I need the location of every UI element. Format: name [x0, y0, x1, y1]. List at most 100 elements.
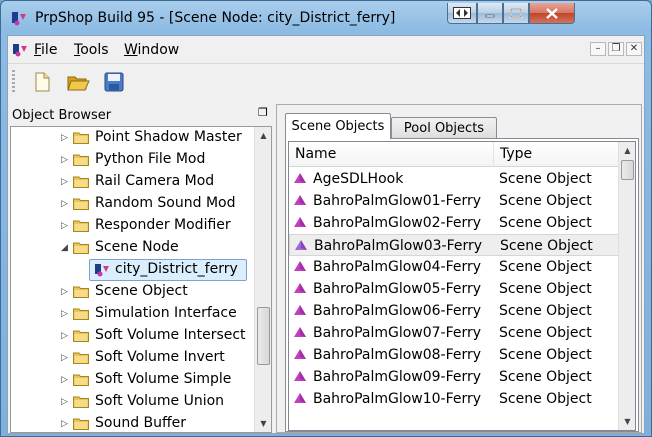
tree-item[interactable]: ▷ Python File Mod — [11, 149, 255, 171]
scene-object-icon — [294, 305, 306, 315]
scroll-down-icon[interactable]: ▼ — [255, 415, 271, 432]
maximize-button[interactable] — [503, 3, 529, 24]
tree-item[interactable]: ▷ Responder Modifier — [11, 215, 255, 237]
list-cell-name: BahroPalmGlow07-Ferry — [313, 325, 482, 341]
mdi-restore-button[interactable]: ❐ — [608, 42, 624, 56]
list-row[interactable]: AgeSDLHook Scene Object — [289, 168, 619, 190]
toolbar-grip[interactable] — [12, 70, 15, 94]
scene-object-icon — [294, 195, 306, 205]
tree-item[interactable]: ▷ Rail Camera Mod — [11, 171, 255, 193]
list-cell-type: Scene Object — [500, 238, 593, 254]
close-icon — [546, 7, 558, 19]
tree-item-label: Sound Buffer — [95, 415, 187, 431]
list-row[interactable]: BahroPalmGlow09-Ferry Scene Object — [289, 366, 619, 388]
menu-tools[interactable]: Tools — [74, 42, 109, 58]
list-cell-type: Scene Object — [499, 281, 592, 297]
tree-item[interactable]: ▷ Sound Buffer — [11, 413, 255, 432]
list-row[interactable]: BahroPalmGlow06-Ferry Scene Object — [289, 300, 619, 322]
menu-file[interactable]: File — [34, 42, 57, 58]
tree-item[interactable]: ▷ Soft Volume Intersect — [11, 325, 255, 347]
panel-float-icon[interactable]: ❐ — [258, 107, 268, 118]
list-row[interactable]: BahroPalmGlow08-Ferry Scene Object — [289, 344, 619, 366]
list-header: Name Type — [289, 142, 619, 167]
expand-arrow-icon[interactable]: ▷ — [61, 331, 71, 341]
expand-arrow-icon[interactable]: ▷ — [61, 221, 71, 231]
mdi-minimize-button[interactable]: – — [590, 42, 606, 56]
expand-arrow-icon[interactable]: ▷ — [61, 353, 71, 363]
list-cell-name: BahroPalmGlow03-Ferry — [314, 238, 483, 254]
tab-pool-objects[interactable]: Pool Objects — [391, 117, 497, 139]
object-browser-panel: Object Browser ❐ ▷ Point Shadow Master ▷ Py… — [10, 104, 272, 433]
object-tree[interactable]: ▷ Point Shadow Master ▷ Python File Mod ▷ Rai… — [10, 126, 272, 433]
maximize-icon — [510, 8, 522, 18]
expand-arrow-icon[interactable]: ▷ — [61, 419, 71, 429]
tree-item-child[interactable]: city_District_ferry — [11, 259, 255, 281]
list-cell-type: Scene Object — [499, 193, 592, 209]
folder-icon — [73, 396, 89, 408]
expand-arrow-icon[interactable]: ▷ — [61, 133, 71, 143]
client-area: File Tools Window – ❐ ✕ Object Browser ❐… — [7, 35, 645, 434]
close-button[interactable] — [529, 3, 575, 24]
scroll-up-icon[interactable]: ▲ — [619, 142, 635, 159]
window-title: PrpShop Build 95 - [Scene Node: city_Dis… — [35, 10, 396, 26]
list-scroll-thumb[interactable] — [621, 160, 634, 180]
list-cell-type: Scene Object — [499, 325, 592, 341]
tree-item[interactable]: ▷ Random Sound Mod — [11, 193, 255, 215]
list-row[interactable]: BahroPalmGlow03-Ferry Scene Object — [289, 234, 619, 256]
scroll-down-icon[interactable]: ▼ — [619, 413, 635, 430]
tree-item[interactable]: ▷ Soft Volume Simple — [11, 369, 255, 391]
expand-arrow-icon[interactable]: ▷ — [61, 177, 71, 187]
expand-arrow-icon[interactable]: ▷ — [61, 155, 71, 165]
list-row[interactable]: BahroPalmGlow10-Ferry Scene Object — [289, 388, 619, 410]
list-row[interactable]: BahroPalmGlow07-Ferry Scene Object — [289, 322, 619, 344]
expand-arrow-icon[interactable]: ▷ — [61, 309, 71, 319]
tree-item-label: Random Sound Mod — [95, 195, 236, 211]
menu-bar: File Tools Window – ❐ ✕ — [8, 36, 644, 62]
column-header-name[interactable]: Name — [289, 142, 494, 167]
tab-scene-objects[interactable]: Scene Objects — [285, 113, 391, 139]
tree-item[interactable]: ▷ Soft Volume Invert — [11, 347, 255, 369]
mdi-close-button[interactable]: ✕ — [626, 42, 642, 56]
tree-scrollbar[interactable]: ▲ ▼ — [254, 127, 271, 432]
tree-item[interactable]: ◢ Scene Node — [11, 237, 255, 259]
scene-objects-list[interactable]: Name Type AgeSDLHook Scene Object BahroPal… — [288, 141, 636, 431]
list-row[interactable]: BahroPalmGlow01-Ferry Scene Object — [289, 190, 619, 212]
expand-arrow-icon[interactable]: ▷ — [61, 397, 71, 407]
scene-node-panel: Scene Objects Pool Objects Name Type Age… — [276, 104, 642, 433]
scene-object-icon — [294, 261, 306, 271]
minimize-button[interactable] — [477, 3, 503, 24]
menu-window[interactable]: Window — [124, 42, 179, 58]
tree-scroll-thumb[interactable] — [257, 307, 270, 365]
folder-icon — [73, 418, 89, 430]
scene-object-icon — [294, 327, 306, 337]
mdi-controls: – ❐ ✕ — [590, 42, 642, 56]
scroll-up-icon[interactable]: ▲ — [255, 127, 271, 144]
folder-icon — [73, 154, 89, 166]
tree-item[interactable]: ▷ Simulation Interface — [11, 303, 255, 325]
expand-arrow-icon[interactable]: ▷ — [61, 375, 71, 385]
list-scrollbar[interactable]: ▲ ▼ — [618, 142, 635, 430]
tree-item[interactable]: ▷ Soft Volume Union — [11, 391, 255, 413]
list-row[interactable]: BahroPalmGlow04-Ferry Scene Object — [289, 256, 619, 278]
restore-mirror-button[interactable] — [447, 3, 477, 24]
list-row[interactable]: BahroPalmGlow05-Ferry Scene Object — [289, 278, 619, 300]
collapse-arrow-icon[interactable]: ◢ — [61, 243, 71, 253]
save-icon[interactable] — [102, 70, 126, 94]
tree-item-label: Point Shadow Master — [95, 129, 242, 145]
folder-icon — [73, 220, 89, 232]
list-cell-type: Scene Object — [499, 303, 592, 319]
title-bar[interactable]: PrpShop Build 95 - [Scene Node: city_Dis… — [1, 1, 651, 35]
tree-item[interactable]: ▷ Point Shadow Master — [11, 127, 255, 149]
application-window: PrpShop Build 95 - [Scene Node: city_Dis… — [0, 0, 652, 437]
new-file-icon[interactable] — [30, 70, 54, 94]
open-folder-icon[interactable] — [66, 70, 90, 94]
column-header-type[interactable]: Type — [494, 142, 619, 167]
document-app-icon[interactable] — [12, 42, 28, 58]
tree-item-label: Soft Volume Simple — [95, 371, 232, 387]
expand-arrow-icon[interactable]: ▷ — [61, 199, 71, 209]
scene-object-icon — [295, 240, 307, 250]
list-row[interactable]: BahroPalmGlow02-Ferry Scene Object — [289, 212, 619, 234]
tree-item[interactable]: ▷ Scene Object — [11, 281, 255, 303]
expand-arrow-icon[interactable]: ▷ — [61, 287, 71, 297]
list-cell-name: BahroPalmGlow06-Ferry — [313, 303, 482, 319]
